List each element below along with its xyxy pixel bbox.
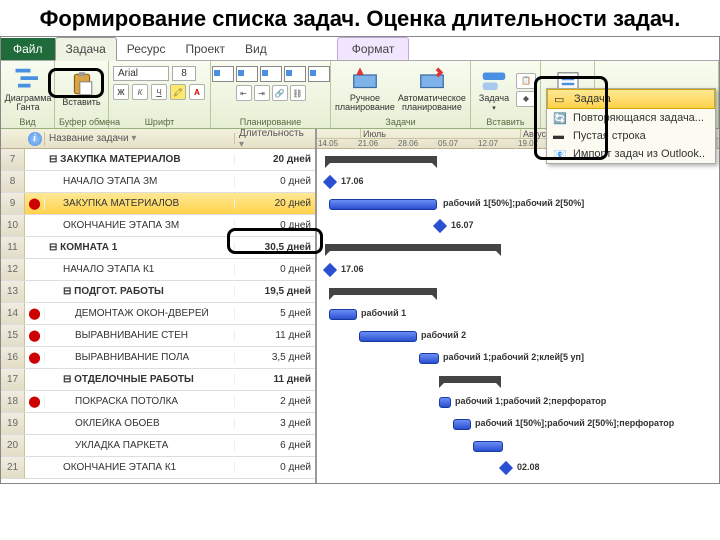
ribbon-tabs: Файл Задача Ресурс Проект Вид Формат [1,37,719,61]
info-icon: i [28,132,42,146]
underline-button[interactable]: Ч [151,84,167,100]
table-row[interactable]: 18⬤ПОКРАСКА ПОТОЛКА2 дней [1,391,315,413]
paste-button[interactable]: Вставить [59,71,104,108]
tab-format[interactable]: Формат [337,37,410,60]
italic-button[interactable]: К [132,84,148,100]
progress-100-button[interactable] [308,66,330,82]
manual-schedule-button[interactable]: Ручное планирование [335,67,395,114]
gantt-row: рабочий 1[50%];рабочий 2[50%] [317,193,719,215]
font-size-select[interactable]: 8 [172,66,196,81]
summary-task-button[interactable]: 📋 [516,73,536,89]
outlook-icon: 📧 [553,148,567,160]
dropdown-item-recurring[interactable]: 🔄Повторяющаяся задача... [547,109,715,127]
table-row[interactable]: 21ОКОНЧАНИЕ ЭТАПА К10 дней [1,457,315,479]
gantt-row [317,435,719,457]
table-row[interactable]: 8НАЧАЛО ЭТАПА ЗМ0 дней [1,171,315,193]
dropdown-item-task[interactable]: ▭Задача [547,89,715,109]
tab-project[interactable]: Проект [175,38,235,60]
dropdown-item-outlook[interactable]: 📧Импорт задач из Outlook.. [547,145,715,163]
dropdown-item-blank[interactable]: ▬Пустая строка [547,127,715,145]
task-grid: i Название задачи ▾ Длительность ▾ 7⊟ ЗА… [1,129,317,483]
table-row[interactable]: 20УКЛАДКА ПАРКЕТА6 дней [1,435,315,457]
gantt-row: 02.08 [317,457,719,479]
insert-task-button[interactable]: Задача▾ [475,67,513,113]
table-row[interactable]: 7⊟ ЗАКУПКА МАТЕРИАЛОВ20 дней [1,149,315,171]
tab-view[interactable]: Вид [235,38,277,60]
table-row[interactable]: 11⊟ КОМНАТА 130,5 дней [1,237,315,259]
tab-file[interactable]: Файл [1,38,55,60]
progress-50-button[interactable] [260,66,282,82]
grid-header: i Название задачи ▾ Длительность ▾ [1,129,315,149]
auto-schedule-button[interactable]: Автоматическое планирование [398,67,466,114]
gantt-row: 17.06 [317,259,719,281]
bg-color-button[interactable]: 🖍 [170,84,186,100]
font-name-select[interactable]: Arial [113,66,169,81]
table-row[interactable]: 12НАЧАЛО ЭТАПА К10 дней [1,259,315,281]
col-duration[interactable]: Длительность ▾ [235,129,315,150]
table-row[interactable]: 15⬤ВЫРАВНИВАНИЕ СТЕН11 дней [1,325,315,347]
gantt-row: рабочий 1[50%];рабочий 2[50%];перфоратор [317,413,719,435]
gantt-chart[interactable]: Июль Август 14.0521.0628.0605.0712.0719.… [317,129,719,483]
milestone-button[interactable]: ◆ [516,91,536,107]
progress-0-button[interactable] [212,66,234,82]
gantt-row: 17.06 [317,171,719,193]
indent-button[interactable]: ⇥ [254,85,270,101]
slide-title: Формирование списка задач. Оценка длител… [0,0,720,36]
tab-resource[interactable]: Ресурс [117,38,176,60]
gantt-row [317,281,719,303]
gantt-row: рабочий 1;рабочий 2;перфоратор [317,391,719,413]
recurring-icon: 🔄 [553,112,567,124]
table-row[interactable]: 13⊟ ПОДГОТ. РАБОТЫ19,5 дней [1,281,315,303]
task-icon: ▭ [554,93,568,105]
table-row[interactable]: 16⬤ВЫРАВНИВАНИЕ ПОЛА3,5 дней [1,347,315,369]
col-info[interactable]: i [25,132,45,146]
table-row[interactable]: 19ОКЛЕЙКА ОБОЕВ3 дней [1,413,315,435]
gantt-row: рабочий 1 [317,303,719,325]
link-button[interactable]: 🔗 [272,85,288,101]
app-window: Файл Задача Ресурс Проект Вид Формат Диа… [0,36,720,484]
tab-task[interactable]: Задача [55,37,117,61]
unlink-button[interactable]: ⛓ [290,85,306,101]
progress-75-button[interactable] [284,66,306,82]
table-row[interactable]: 9⬤ЗАКУПКА МАТЕРИАЛОВ20 дней [1,193,315,215]
col-name[interactable]: Название задачи ▾ [45,133,235,144]
gantt-row: рабочий 2 [317,325,719,347]
gantt-row: 16.07 [317,215,719,237]
table-row[interactable]: 14⬤ДЕМОНТАЖ ОКОН-ДВЕРЕЙ5 дней [1,303,315,325]
bold-button[interactable]: Ж [113,84,129,100]
sheet: i Название задачи ▾ Длительность ▾ 7⊟ ЗА… [1,129,719,483]
font-color-button[interactable]: A [189,84,205,100]
gantt-row [317,369,719,391]
outdent-button[interactable]: ⇤ [236,85,252,101]
gantt-chart-button[interactable]: Диаграмма Ганта [5,67,51,114]
blank-row-icon: ▬ [553,130,567,142]
progress-25-button[interactable] [236,66,258,82]
gantt-row [317,237,719,259]
gantt-row: рабочий 1;рабочий 2;клей[5 уп] [317,347,719,369]
table-row[interactable]: 10ОКОНЧАНИЕ ЭТАПА ЗМ0 дней [1,215,315,237]
table-row[interactable]: 17⊟ ОТДЕЛОЧНЫЕ РАБОТЫ11 дней [1,369,315,391]
insert-task-dropdown: ▭Задача 🔄Повторяющаяся задача... ▬Пустая… [546,88,716,164]
